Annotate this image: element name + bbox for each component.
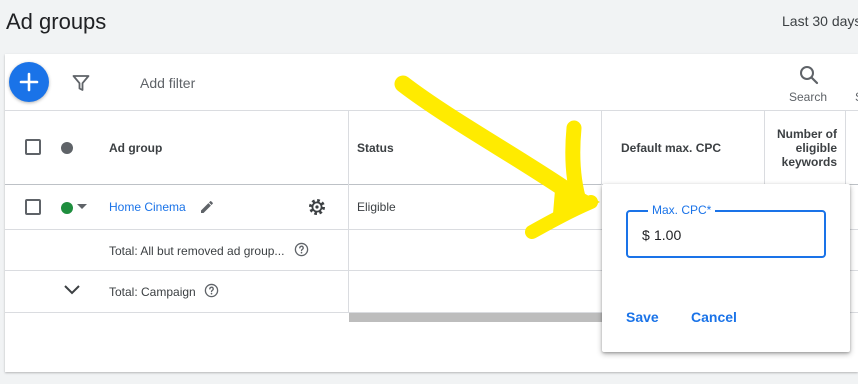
horizontal-scrollbar[interactable] bbox=[349, 313, 603, 322]
column-divider bbox=[601, 111, 602, 185]
save-button[interactable]: Save bbox=[626, 309, 659, 325]
search-icon[interactable] bbox=[798, 64, 820, 86]
help-icon[interactable] bbox=[204, 283, 219, 298]
table-header-row: Ad group Status Default max. CPC Number … bbox=[5, 111, 858, 185]
row-checkbox[interactable] bbox=[25, 199, 41, 215]
page-title: Ad groups bbox=[6, 9, 107, 34]
search-label[interactable]: Search bbox=[789, 90, 827, 104]
max-cpc-field-label: Max. CPC* bbox=[648, 203, 716, 217]
column-divider bbox=[348, 111, 349, 313]
help-icon[interactable] bbox=[294, 242, 309, 257]
total-campaign-label: Total: Campaign bbox=[109, 285, 196, 299]
select-all-checkbox[interactable] bbox=[25, 139, 41, 155]
status-dot-eligible[interactable] bbox=[61, 202, 73, 214]
table-toolbar: Add filter Search S bbox=[5, 54, 858, 111]
column-header-status[interactable]: Status bbox=[357, 141, 394, 155]
add-filter-button[interactable]: Add filter bbox=[140, 75, 195, 91]
edit-pencil-icon[interactable] bbox=[199, 199, 215, 215]
column-divider bbox=[845, 111, 846, 185]
column-header-default-max-cpc[interactable]: Default max. CPC bbox=[621, 141, 721, 155]
max-cpc-input[interactable] bbox=[654, 225, 804, 245]
row-status: Eligible bbox=[357, 200, 396, 214]
currency-prefix: $ bbox=[642, 227, 650, 243]
column-header-ad-group[interactable]: Ad group bbox=[109, 141, 162, 155]
ad-group-name-link[interactable]: Home Cinema bbox=[109, 200, 186, 214]
date-range-selector[interactable]: Last 30 days bbox=[782, 13, 858, 29]
filter-icon[interactable] bbox=[71, 73, 91, 93]
column-divider bbox=[764, 111, 765, 185]
cancel-button[interactable]: Cancel bbox=[691, 309, 737, 325]
caret-down-icon[interactable] bbox=[77, 204, 87, 210]
total-all-but-removed-label: Total: All but removed ad group... bbox=[109, 244, 285, 258]
plus-icon bbox=[19, 72, 39, 92]
chevron-down-icon[interactable] bbox=[63, 284, 81, 296]
max-cpc-field[interactable]: Max. CPC* $ bbox=[626, 203, 826, 258]
add-ad-group-button[interactable] bbox=[9, 62, 49, 102]
column-header-eligible-keywords[interactable]: Number of eligible keywords bbox=[771, 127, 837, 169]
max-cpc-edit-popup: Max. CPC* $ Save Cancel bbox=[602, 184, 850, 352]
gear-icon[interactable] bbox=[307, 197, 327, 217]
status-dot-header bbox=[61, 142, 73, 154]
